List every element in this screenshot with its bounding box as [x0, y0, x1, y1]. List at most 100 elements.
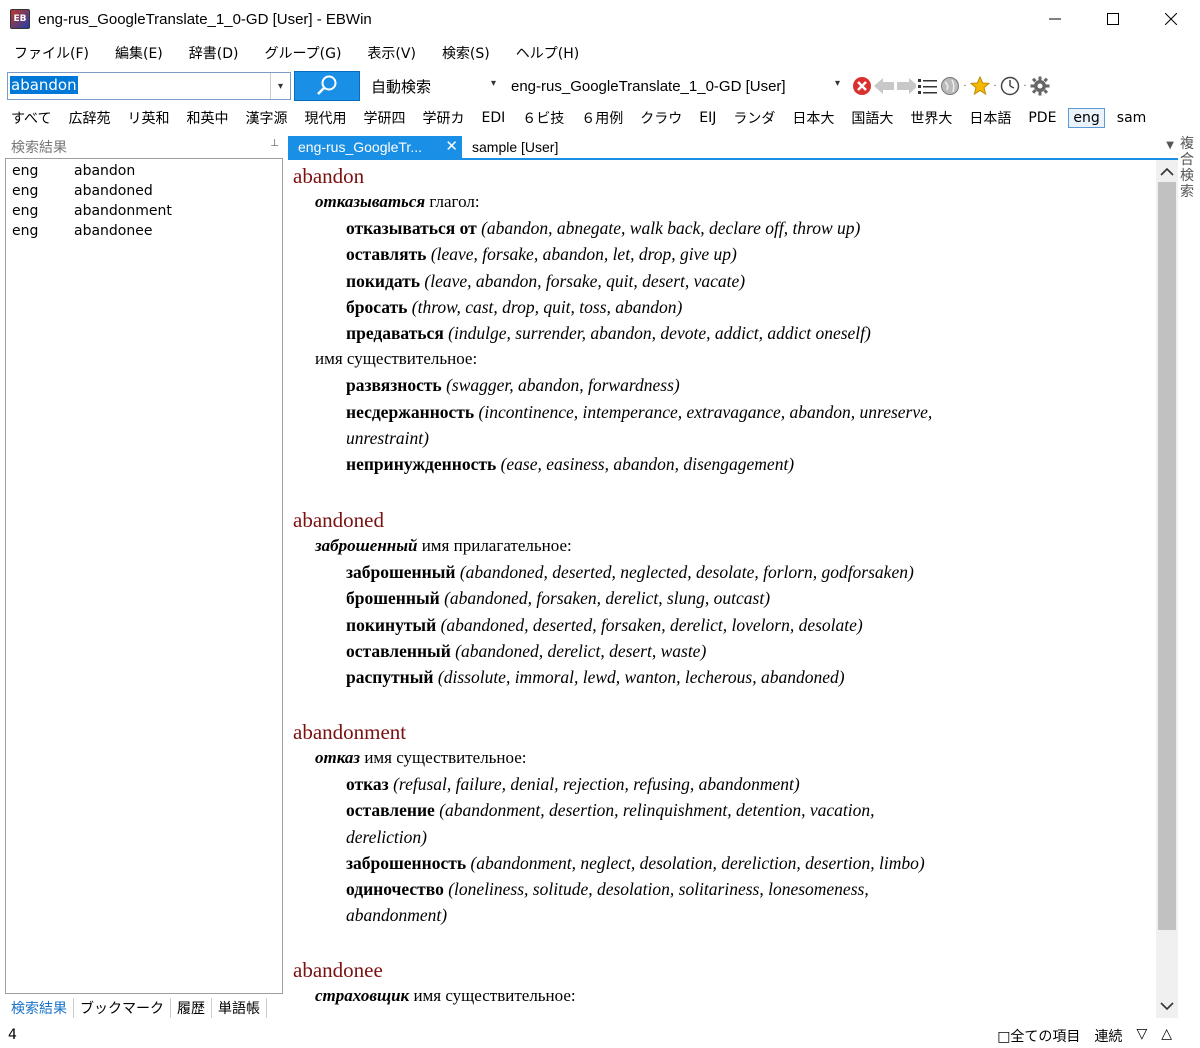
dictionary-select[interactable]: eng-rus_GoogleTranslate_1_0-GD [User] ▾ — [506, 72, 846, 100]
pos-headword-text: заброшенный — [315, 536, 418, 555]
translation-word: распутный — [346, 667, 434, 688]
translation-continuation: dereliction) — [346, 824, 925, 850]
back-button[interactable] — [874, 76, 894, 96]
part-of-speech: глагол: — [429, 192, 480, 211]
menu-group[interactable]: グループ(G) — [260, 41, 345, 65]
content-area: abandon отказываться глагол: отказываться … — [288, 158, 1178, 1018]
dict-tab[interactable]: 和英中 — [181, 106, 233, 130]
menu-help[interactable]: ヘルプ(H) — [512, 41, 583, 65]
dict-tab[interactable]: 漢字源 — [240, 106, 292, 130]
history-button[interactable] — [1000, 76, 1020, 96]
dropdown-dot[interactable]: · — [962, 81, 968, 92]
tab-history[interactable]: 履歴 — [171, 998, 212, 1018]
stop-button[interactable] — [852, 76, 872, 96]
dict-tab[interactable]: ６ビ技 — [517, 106, 569, 130]
dictionary-value: eng-rus_GoogleTranslate_1_0-GD [User] — [511, 77, 786, 95]
settings-button[interactable] — [1030, 76, 1050, 96]
dict-tab[interactable]: 日本大 — [787, 106, 839, 130]
translation-word: оставленный — [346, 640, 451, 661]
dict-tab[interactable]: 世界大 — [905, 106, 957, 130]
pin-icon[interactable]: ⊥ — [270, 138, 279, 149]
close-icon — [1165, 13, 1177, 25]
tab-search-results[interactable]: 検索結果 — [5, 998, 74, 1018]
search-mode-select[interactable]: 自動検索 ▾ — [366, 72, 502, 100]
chevron-up-icon[interactable] — [1156, 162, 1178, 182]
search-history-dropdown[interactable]: ▾ — [270, 73, 290, 99]
scrollbar-thumb[interactable] — [1158, 182, 1176, 930]
web-button[interactable] — [940, 76, 960, 96]
menu-dictionary[interactable]: 辞書(D) — [185, 41, 243, 65]
dict-tab[interactable]: sam — [1112, 108, 1152, 128]
list-button[interactable] — [918, 76, 938, 96]
dict-tab[interactable]: EIJ — [694, 108, 721, 128]
menu-search[interactable]: 検索(S) — [438, 41, 494, 65]
search-button[interactable] — [294, 71, 360, 101]
translation-line: оставленный (abandoned, derelict, desert… — [346, 638, 914, 664]
content-tab-label: eng-rus_GoogleTr... — [298, 139, 422, 155]
tab-wordbook[interactable]: 単語帳 — [212, 998, 267, 1018]
menu-file[interactable]: ファイル(F) — [10, 41, 93, 65]
prev-button[interactable]: △ — [1161, 1026, 1172, 1046]
dict-tab[interactable]: 日本語 — [964, 106, 1016, 130]
side-tab-char: 複 — [1180, 136, 1194, 152]
maximize-button[interactable] — [1084, 0, 1142, 38]
translation-word: непринужденность — [346, 454, 497, 475]
side-tab-char: 合 — [1180, 152, 1194, 168]
translation-line: одиночество (loneliness, solitude, desol… — [346, 876, 925, 902]
close-icon[interactable]: ✕ — [445, 137, 458, 155]
vertical-scrollbar[interactable] — [1156, 160, 1178, 1018]
dict-tab[interactable]: 学研カ — [417, 106, 469, 130]
dictionary-tabs: すべて 広辞苑 リ英和 和英中 漢字源 現代用 学研四 学研カ EDI ６ビ技 … — [0, 104, 1200, 132]
results-pane: 検索結果 ⊥ eng abandon eng abandoned eng aba… — [5, 136, 283, 1020]
synonyms: (refusal, failure, denial, rejection, re… — [393, 774, 800, 794]
dict-tab[interactable]: 国語大 — [846, 106, 898, 130]
dict-tab-eng[interactable]: eng — [1068, 108, 1105, 128]
continuous-toggle[interactable]: 連続 — [1094, 1026, 1122, 1046]
result-row[interactable]: eng abandoned — [6, 181, 282, 201]
dict-tab[interactable]: すべて — [6, 106, 56, 130]
dict-tab[interactable]: リ英和 — [122, 106, 174, 130]
left-pane-tabs: 検索結果 ブックマーク 履歴 単語帳 — [5, 996, 267, 1020]
translation-line: несдержанность (incontinence, intemperan… — [346, 399, 932, 425]
dict-tab[interactable]: 学研四 — [358, 106, 410, 130]
dict-tab[interactable]: 現代用 — [299, 106, 351, 130]
content-tab[interactable]: sample [User] — [462, 136, 568, 158]
next-button[interactable]: ▽ — [1136, 1026, 1147, 1046]
dict-tab[interactable]: ランダ — [728, 106, 780, 130]
compound-search-tab[interactable]: 複合検索 — [1180, 136, 1196, 200]
translation-word: заброшенность — [346, 852, 467, 873]
dropdown-dot[interactable]: · — [992, 81, 998, 92]
dict-tab[interactable]: EDI — [476, 108, 510, 128]
synonyms: dereliction) — [346, 826, 427, 847]
translation-word: одиночество — [346, 879, 444, 900]
bookmark-button[interactable] — [970, 76, 990, 96]
minimize-button[interactable] — [1026, 0, 1084, 38]
search-box[interactable]: abandon ▾ — [7, 72, 291, 100]
forward-button[interactable] — [896, 76, 916, 96]
dict-tab[interactable]: PDE — [1023, 108, 1061, 128]
content-tab-active[interactable]: eng-rus_GoogleTr... ✕ — [288, 136, 462, 158]
dict-tab[interactable]: ６用例 — [576, 106, 628, 130]
dropdown-dot[interactable]: · — [1022, 81, 1028, 92]
chevron-down-icon[interactable] — [1156, 996, 1178, 1016]
all-items-checkbox[interactable]: □全ての項目 — [997, 1026, 1080, 1046]
pos-headword-text: отказ — [315, 748, 361, 767]
result-row[interactable]: eng abandon — [6, 161, 282, 181]
menu-view[interactable]: 表示(V) — [363, 41, 420, 65]
translation-word: оставление — [346, 800, 435, 821]
close-button[interactable] — [1142, 0, 1200, 38]
pos-headword: отказ — [315, 748, 360, 767]
chevron-down-icon[interactable]: ▼ — [1166, 140, 1174, 151]
translation-line: заброшенность (abandonment, neglect, des… — [346, 850, 925, 876]
search-input[interactable]: abandon — [10, 76, 78, 94]
result-row[interactable]: eng abandonment — [6, 201, 282, 221]
synonyms: (throw, cast, drop, quit, toss, abandon) — [411, 296, 683, 317]
dict-tab[interactable]: 広辞苑 — [63, 106, 115, 130]
content-pane: eng-rus_GoogleTr... ✕ sample [User] ▼ ab… — [288, 134, 1178, 1018]
entry-headword: abandon — [293, 164, 365, 188]
dict-tab[interactable]: クラウ — [635, 106, 687, 130]
menu-edit[interactable]: 編集(E) — [111, 41, 167, 65]
synonyms: (indulge, surrender, abandon, devote, ad… — [448, 323, 871, 344]
tab-bookmarks[interactable]: ブックマーク — [74, 998, 171, 1018]
result-row[interactable]: eng abandonee — [6, 221, 282, 241]
